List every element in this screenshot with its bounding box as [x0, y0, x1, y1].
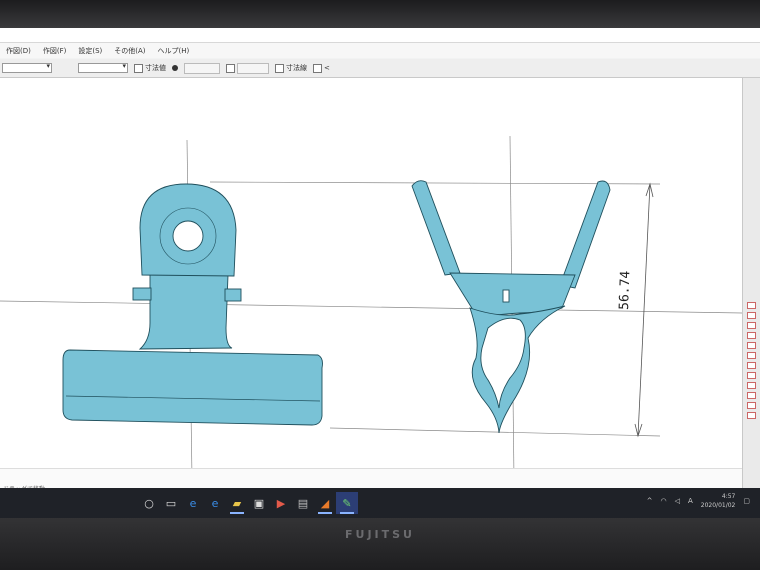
checkbox-label: 寸法値 — [145, 64, 166, 72]
clip-arm-left — [411, 180, 461, 276]
menu-item-1[interactable]: 作図(D) — [0, 46, 37, 56]
menu-item-2[interactable]: 作図(F) — [37, 46, 73, 56]
start-icon[interactable]: ○ — [138, 492, 160, 514]
checkbox-box[interactable] — [275, 63, 284, 73]
photos-icon[interactable]: ▤ — [292, 492, 314, 514]
screen: 作図(D) 作図(F) 設定(S) その他(A) ヘルプ(H) 寸法値 寸法線 … — [0, 28, 760, 518]
ime-indicator[interactable]: A — [688, 497, 693, 505]
jww-icon[interactable]: ◢ — [314, 492, 336, 514]
tool-button[interactable] — [747, 312, 756, 319]
ie-icon[interactable]: e — [204, 492, 226, 514]
tool-button[interactable] — [747, 342, 756, 349]
chevron-up-icon[interactable]: ^ — [647, 497, 653, 505]
checkbox-box[interactable] — [134, 63, 143, 73]
clip-tab-right — [224, 288, 242, 302]
checkbox-box[interactable] — [226, 63, 235, 73]
value-field[interactable] — [184, 62, 220, 74]
tool-button[interactable] — [747, 372, 756, 379]
checkbox-2[interactable] — [226, 62, 269, 74]
app-icon[interactable]: ✎ — [336, 492, 358, 514]
clip-slot — [502, 289, 510, 303]
edge-icon[interactable]: e — [182, 492, 204, 514]
system-tray: ^ ◠ ◁ A 4:57 2020/01/02 ▢ — [647, 492, 750, 510]
media-icon[interactable]: ▶ — [270, 492, 292, 514]
folder-icon[interactable]: ▰ — [226, 492, 248, 514]
cad-drawing[interactable]: 56.74 — [0, 78, 743, 498]
checkbox-label: < — [324, 64, 330, 72]
line-type-select[interactable] — [78, 62, 128, 73]
network-icon[interactable]: ◠ — [660, 497, 666, 505]
value-field-2[interactable] — [237, 62, 269, 74]
brand-logo: FUJITSU — [345, 528, 415, 541]
tool-button[interactable] — [747, 382, 756, 389]
tool-button[interactable] — [747, 302, 756, 309]
clip-front-view — [62, 183, 323, 426]
checkbox-box[interactable] — [313, 63, 322, 73]
checkbox-4[interactable]: < — [313, 63, 330, 73]
monitor-bezel-bottom: FUJITSU — [0, 518, 760, 570]
checkbox-3[interactable]: 寸法線 — [275, 63, 307, 73]
clip-arm-right — [559, 180, 611, 289]
radio-icon[interactable] — [172, 65, 178, 71]
menu-bar: 作図(D) 作図(F) 設定(S) その他(A) ヘルプ(H) — [0, 43, 760, 58]
layer-select[interactable] — [2, 62, 52, 73]
tool-button[interactable] — [747, 402, 756, 409]
task-view-icon[interactable]: ▭ — [160, 492, 182, 514]
tool-button[interactable] — [747, 362, 756, 369]
clip-spring-body — [449, 272, 576, 319]
tool-button[interactable] — [747, 352, 756, 359]
notification-icon[interactable]: ▢ — [743, 497, 750, 505]
tool-button[interactable] — [747, 412, 756, 419]
menu-item-3[interactable]: 設定(S) — [72, 46, 108, 56]
taskbar: ○ ▭ e e ▰ ▣ ▶ ▤ ◢ ✎ ^ ◠ ◁ A 4:57 2020/01… — [0, 488, 760, 518]
tool-button[interactable] — [747, 332, 756, 339]
clip-stem — [138, 272, 233, 350]
bottom-extension-line — [329, 427, 661, 437]
tool-button[interactable] — [747, 322, 756, 329]
clock-time: 4:57 — [721, 493, 736, 500]
tool-button[interactable] — [747, 392, 756, 399]
checkbox-1[interactable]: 寸法値 — [134, 63, 166, 73]
menu-item-4[interactable]: その他(A) — [108, 46, 151, 56]
toolbar: 寸法値 寸法線 < — [0, 59, 760, 78]
volume-icon[interactable]: ◁ — [675, 497, 680, 505]
clock-date: 2020/01/02 — [700, 502, 736, 509]
top-extension-line — [209, 181, 661, 185]
checkbox-label: 寸法線 — [286, 64, 307, 72]
drawing-canvas[interactable]: 56.74 — [0, 78, 743, 498]
title-bar — [0, 28, 760, 43]
dimension-line — [634, 182, 654, 438]
clock[interactable]: 4:57 2020/01/02 — [701, 492, 736, 510]
right-tool-panel — [742, 78, 760, 498]
clip-tab-left — [132, 287, 152, 301]
store-icon[interactable]: ▣ — [248, 492, 270, 514]
monitor-bezel-top — [0, 0, 760, 28]
clip-grip-body — [62, 349, 323, 426]
menu-item-5[interactable]: ヘルプ(H) — [152, 46, 196, 56]
clip-hole — [172, 220, 204, 252]
dimension-value[interactable]: 56.74 — [617, 270, 633, 310]
